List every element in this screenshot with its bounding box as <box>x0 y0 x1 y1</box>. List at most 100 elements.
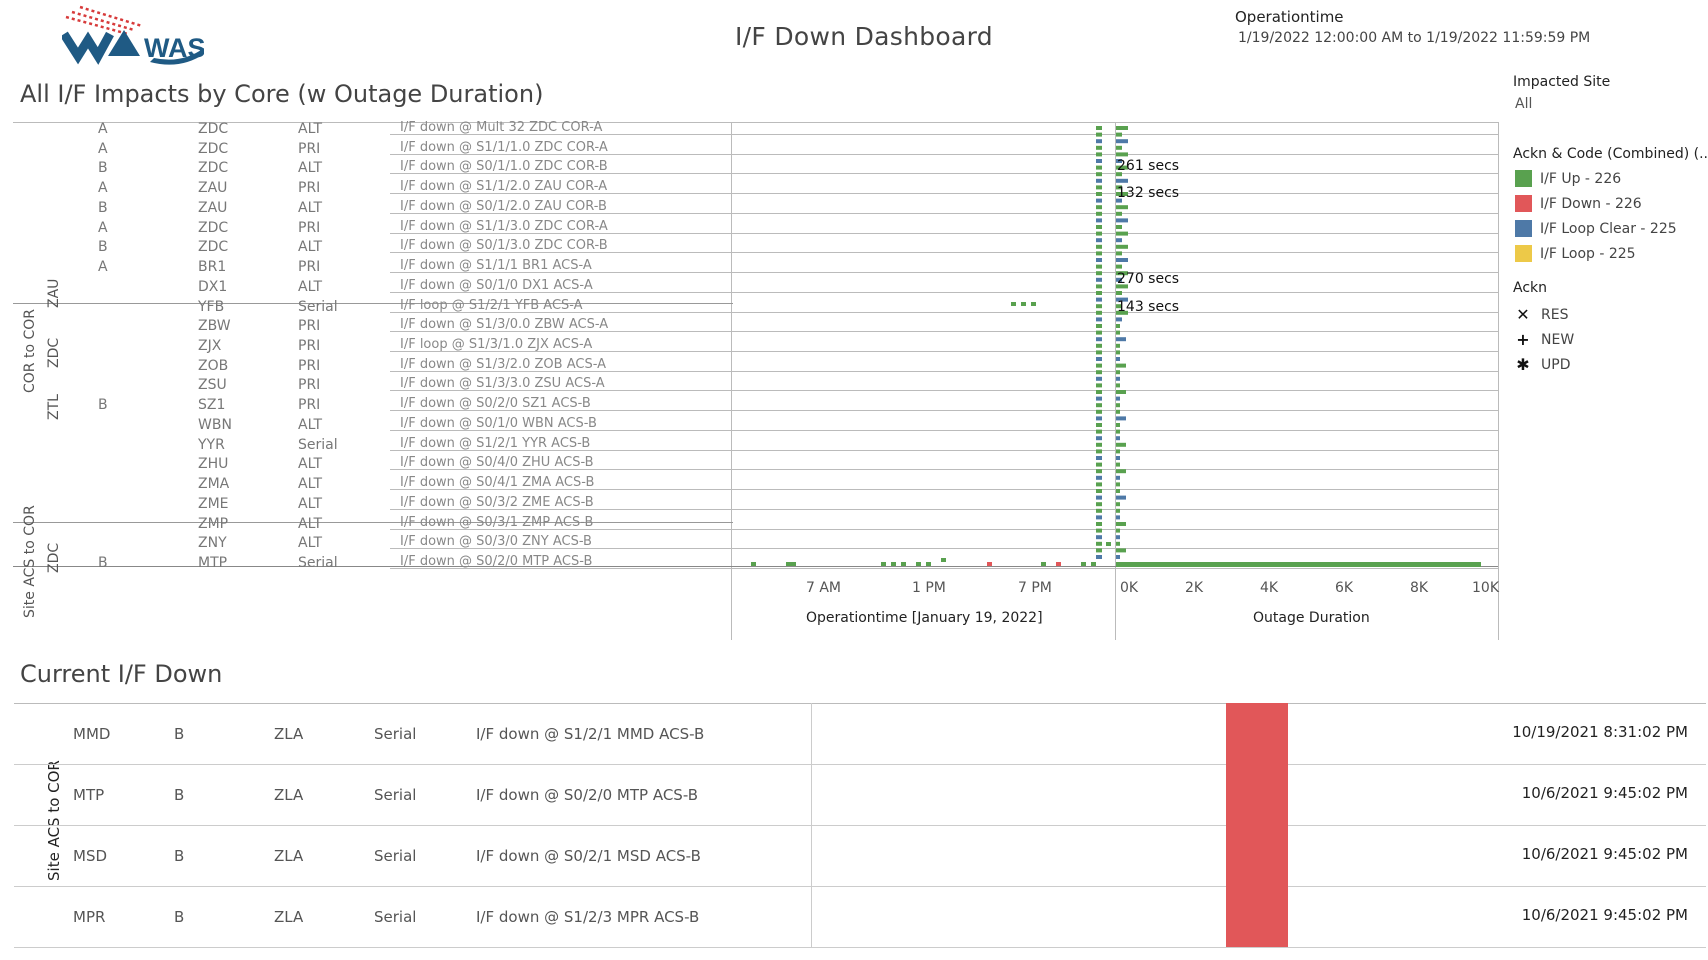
description-cell: I/F down @ S0/1/1.0 ZDC COR-B <box>400 159 608 175</box>
event-mark <box>1096 442 1102 447</box>
duration-bar <box>1116 225 1122 229</box>
site-cell: MSD <box>73 847 108 865</box>
description-cell: I/F down @ S1/3/0.0 ZBW ACS-A <box>400 317 609 333</box>
duration-bar <box>1116 475 1120 480</box>
table-row[interactable]: MSD B ZLA Serial I/F down @ S0/2/1 MSD A… <box>14 825 1706 887</box>
operationtime-filter-label: Operationtime <box>1235 8 1344 26</box>
time-tick: 7 AM <box>806 580 842 596</box>
description-cell: I/F down @ S1/1/3.0 ZDC COR-A <box>400 218 608 234</box>
duration-tick: 10K <box>1472 580 1499 596</box>
side-cell: B <box>98 239 108 256</box>
legend-title: Ackn & Code (Combined) (.. <box>1513 146 1708 162</box>
event-mark <box>1096 502 1102 507</box>
event-mark <box>1096 363 1102 368</box>
site-cell: WBN <box>198 416 232 433</box>
duration-axis-title: Outage Duration <box>1253 610 1370 626</box>
ackn-item[interactable]: ✕ RES <box>1515 302 1574 327</box>
link-type-cell: Serial <box>298 436 338 453</box>
event-mark <box>1096 482 1102 487</box>
legend-swatch <box>1515 220 1532 237</box>
legend-item[interactable]: I/F Up - 226 <box>1515 166 1677 191</box>
type-cell: Serial <box>374 725 417 743</box>
legend-item[interactable]: I/F Down - 226 <box>1515 191 1677 216</box>
duration-bar <box>1116 258 1128 262</box>
time-cell: 10/6/2021 9:45:02 PM <box>1521 845 1688 863</box>
event-mark <box>1096 343 1102 348</box>
description-cell: I/F down @ S0/4/0 ZHU ACS-B <box>400 455 594 471</box>
duration-bar <box>1116 383 1120 388</box>
side-cell: A <box>98 259 108 276</box>
was-logo: WAS <box>60 4 206 68</box>
event-mark <box>1091 562 1096 566</box>
event-mark <box>1096 370 1102 375</box>
duration-bar <box>1116 152 1128 157</box>
desc-cell: I/F down @ S0/2/1 MSD ACS-B <box>476 847 701 865</box>
core-cell: ZLA <box>274 847 304 865</box>
event-mark <box>1096 310 1102 315</box>
site-cell: ZHU <box>198 456 229 473</box>
table-row[interactable]: MPR B ZLA Serial I/F down @ S1/2/3 MPR A… <box>14 886 1706 948</box>
link-type-cell: ALT <box>298 239 323 256</box>
duration-bar <box>1116 132 1122 137</box>
duration-bar <box>1116 211 1122 216</box>
site-cell: MTP <box>198 555 228 571</box>
core-cell: ZLA <box>274 786 304 804</box>
site-cell: YFB <box>198 298 225 315</box>
side-cell: A <box>98 180 108 197</box>
duration-bar <box>1116 403 1120 408</box>
event-mark <box>1096 462 1102 467</box>
legend-item[interactable]: I/F Loop Clear - 225 <box>1515 216 1677 241</box>
legend-item[interactable]: I/F Loop - 225 <box>1515 241 1677 266</box>
duration-bar <box>1116 244 1128 249</box>
event-mark <box>1096 522 1102 526</box>
event-mark <box>1096 218 1102 223</box>
duration-label: 143 secs <box>1117 299 1180 315</box>
description-cell: I/F down @ S0/2/0 MTP ACS-B <box>400 554 593 569</box>
duration-bar <box>1116 145 1122 150</box>
event-mark <box>1096 429 1102 434</box>
duration-bar <box>1116 126 1128 130</box>
color-legend: I/F Up - 226 I/F Down - 226 I/F Loop Cle… <box>1515 166 1677 266</box>
duration-bar <box>1116 357 1120 361</box>
site-cell: ZMA <box>198 476 230 493</box>
event-mark <box>1096 231 1102 236</box>
side-cell: B <box>98 199 108 216</box>
impacted-site-filter[interactable]: All <box>1515 96 1532 112</box>
duration-bar <box>1116 409 1120 414</box>
event-mark <box>1011 302 1016 306</box>
link-type-cell: ALT <box>298 456 323 473</box>
operationtime-filter-range[interactable]: 1/19/2022 12:00:00 AM to 1/19/2022 11:59… <box>1238 30 1590 46</box>
table-row[interactable]: MMD B ZLA Serial I/F down @ S1/2/1 MMD A… <box>14 703 1706 765</box>
duration-bar <box>1116 562 1481 567</box>
duration-bar <box>1116 390 1126 394</box>
table-row[interactable]: MTP B ZLA Serial I/F down @ S0/2/0 MTP A… <box>14 764 1706 826</box>
event-mark <box>881 562 886 566</box>
duration-bar <box>1116 324 1120 328</box>
down-bar <box>1226 764 1288 825</box>
core-label-zdc: ZDC <box>46 337 62 368</box>
event-mark <box>1031 302 1036 306</box>
event-mark <box>1096 271 1102 276</box>
duration-tick: 6K <box>1335 580 1354 596</box>
duration-bar <box>1116 515 1120 520</box>
group-divider <box>13 522 733 523</box>
desc-cell: I/F down @ S1/2/3 MPR ACS-B <box>476 908 700 926</box>
impacts-chart: COR to COR Site ACS to COR ZAU ZDC ZTL Z… <box>0 118 1510 640</box>
event-mark <box>1096 126 1102 130</box>
event-mark <box>1081 562 1086 566</box>
link-type-cell: PRI <box>298 140 321 157</box>
event-mark <box>1096 337 1102 342</box>
site-cell: DX1 <box>198 278 228 295</box>
description-cell: I/F down @ S1/1/1.0 ZDC COR-A <box>400 139 608 155</box>
ackn-item[interactable]: ✱ UPD <box>1515 352 1574 377</box>
event-mark <box>1096 495 1102 500</box>
description-cell: I/F loop @ S1/2/1 YFB ACS-A <box>400 297 583 313</box>
duration-bar <box>1116 482 1120 487</box>
event-mark <box>786 562 791 566</box>
event-mark <box>1096 225 1102 229</box>
side-cell: A <box>98 140 108 157</box>
side-cell: B <box>174 725 185 743</box>
duration-bar <box>1116 337 1126 342</box>
ackn-item[interactable]: + NEW <box>1515 327 1574 352</box>
duration-bar <box>1116 541 1120 546</box>
